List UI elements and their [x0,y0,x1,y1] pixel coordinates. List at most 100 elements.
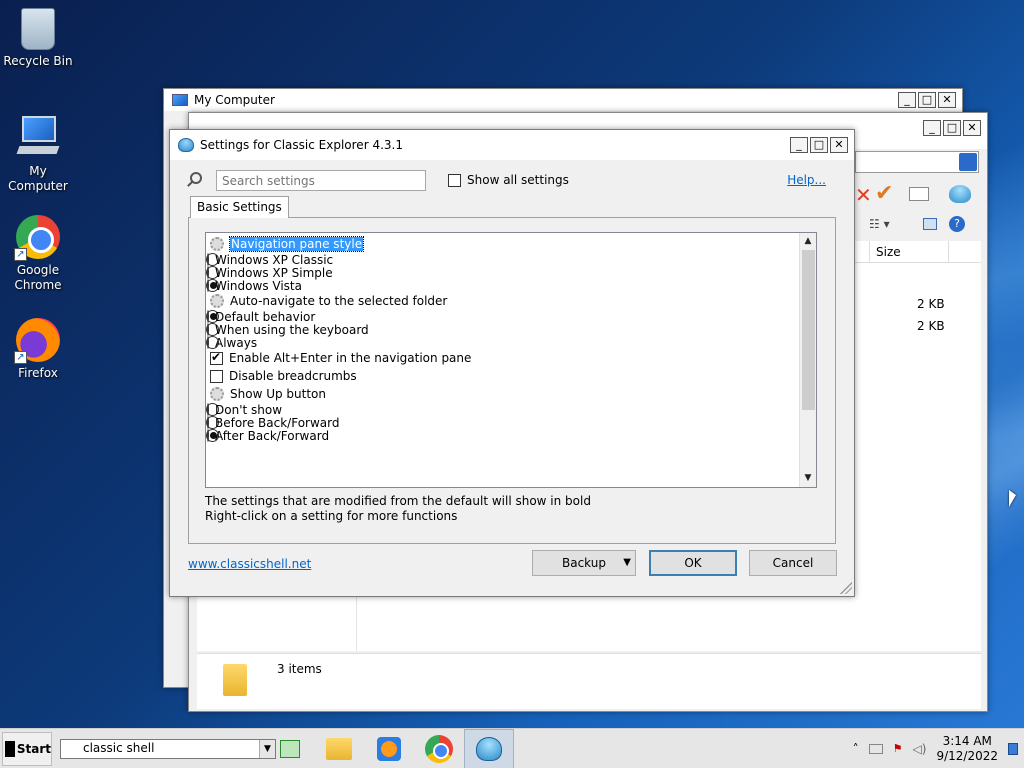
setting-row[interactable]: Always [206,336,257,350]
website-link[interactable]: www.classicshell.net [188,557,311,571]
preview-pane-icon[interactable] [923,218,937,230]
delete-icon[interactable]: ✕ [855,183,872,207]
setting-row[interactable]: Windows XP Simple [206,266,333,280]
size-column-header[interactable]: Size [869,241,949,263]
scroll-thumb[interactable] [802,250,815,410]
gear-icon [210,387,224,401]
maximize-button[interactable]: □ [918,92,936,108]
scroll-up-arrow-icon[interactable]: ▲ [800,233,816,250]
setting-row[interactable]: Auto-navigate to the selected folder [206,292,816,310]
setting-row[interactable]: Enable Alt+Enter in the navigation pane [206,349,816,367]
backup-button[interactable]: Backup ▼ [532,550,636,576]
settings-note: The settings that are modified from the … [205,494,591,524]
settings-dialog[interactable]: Settings for Classic Explorer 4.3.1 _ □ … [169,129,855,597]
desktop-icon-chrome[interactable]: ↗ Google Chrome [0,215,76,293]
start-button[interactable]: Start [2,731,52,766]
radio-button[interactable] [207,310,217,323]
desktop-icon-my-computer[interactable]: My Computer [0,112,76,194]
radio-button[interactable] [207,266,209,279]
properties-check-icon[interactable]: ✔ [875,181,893,206]
dialog-titlebar[interactable]: Settings for Classic Explorer 4.3.1 _ □ … [170,130,854,160]
setting-label: Navigation pane style [228,236,365,252]
close-button[interactable]: ✕ [830,137,848,153]
show-all-settings-checkbox[interactable]: Show all settings [448,173,569,187]
settings-tree[interactable]: Navigation pane style Windows XP Classic W… [205,232,817,488]
volume-icon[interactable]: ◁) [913,742,927,756]
clock[interactable]: 3:14 AM 9/12/2022 [936,734,998,764]
show-hidden-icons-icon[interactable]: ˄ [853,742,859,756]
start-label: Start [16,741,51,756]
close-button[interactable]: ✕ [938,92,956,108]
classic-shell-icon[interactable] [949,185,971,203]
scroll-down-arrow-icon[interactable]: ▼ [800,470,816,487]
setting-row[interactable]: Before Back/Forward [206,416,339,430]
setting-label: Don't show [215,402,283,417]
go-button[interactable] [959,153,977,171]
setting-row[interactable]: When using the keyboard [206,323,369,337]
checkbox[interactable] [448,173,461,187]
radio-button[interactable] [207,403,209,416]
dialog-title: Settings for Classic Explorer 4.3.1 [200,138,403,152]
desktop-icon-recycle-bin[interactable]: Recycle Bin [0,8,76,69]
show-desktop-button[interactable] [1008,742,1018,755]
minimize-button[interactable]: _ [898,92,916,108]
search-input[interactable] [216,170,426,191]
item-count: 3 items [277,662,322,676]
taskbar-app-explorer[interactable] [314,729,364,768]
setting-row[interactable]: Show Up button [206,385,816,403]
tab-basic-settings[interactable]: Basic Settings [190,196,289,218]
network-icon[interactable] [868,743,883,754]
email-icon[interactable] [909,187,929,201]
setting-row[interactable]: Default behavior [206,310,315,324]
radio-button[interactable] [207,336,209,349]
maximize-button[interactable]: □ [943,120,961,136]
setting-label: When using the keyboard [215,322,369,337]
desktop-icon-label: My Computer [8,164,68,193]
setting-label: Windows Vista [215,278,302,293]
setting-row[interactable]: Navigation pane style [206,235,816,253]
taskbar-app-classic-shell[interactable] [464,728,514,768]
switch-windows-icon[interactable] [280,739,300,758]
dropdown-arrow-icon[interactable]: ▼ [259,739,275,758]
vertical-scrollbar[interactable]: ▲ ▼ [799,233,816,487]
note-line: Right-click on a setting for more functi… [205,509,458,523]
firefox-icon: ↗ [14,318,60,364]
gear-icon [210,237,224,251]
setting-row[interactable]: Windows Vista [206,279,302,293]
taskbar-search-box[interactable]: classic shell ▼ [60,738,276,759]
cancel-button[interactable]: Cancel [749,550,837,576]
file-size: 2 KB [917,319,945,333]
close-button[interactable]: ✕ [963,120,981,136]
action-center-icon[interactable]: ⚑ [893,742,903,755]
resize-grip-icon[interactable] [840,582,852,594]
desktop-icon-label: Recycle Bin [3,54,73,68]
checkbox[interactable] [210,369,223,383]
window-titlebar[interactable]: My Computer _ □ ✕ [164,89,962,111]
taskbar-app-chrome[interactable] [414,729,464,768]
setting-row[interactable]: After Back/Forward [206,429,329,443]
minimize-button[interactable]: _ [923,120,941,136]
setting-label: Before Back/Forward [215,415,340,430]
gear-icon [210,294,224,308]
maximize-button[interactable]: □ [810,137,828,153]
view-icon[interactable]: ☷ ▾ [869,217,890,231]
setting-row[interactable]: Don't show [206,403,282,417]
minimize-button[interactable]: _ [790,137,808,153]
help-link[interactable]: Help... [787,173,826,187]
help-icon[interactable]: ? [949,216,965,232]
radio-button[interactable] [207,416,209,429]
shortcut-arrow-icon: ↗ [14,248,27,261]
window-title: My Computer [194,93,275,107]
taskbar-app-media[interactable] [364,729,414,768]
checkbox[interactable] [210,350,223,365]
ok-button[interactable]: OK [649,550,737,576]
setting-label: Windows XP Classic [215,252,334,267]
radio-button[interactable] [207,429,217,442]
desktop-icon-firefox[interactable]: ↗ Firefox [0,318,76,381]
setting-row[interactable]: Windows XP Classic [206,253,333,267]
mouse-cursor-icon [1009,490,1016,507]
setting-row[interactable]: Disable breadcrumbs [206,367,816,385]
radio-button[interactable] [207,253,209,266]
radio-button[interactable] [207,279,217,292]
radio-button[interactable] [207,323,209,336]
